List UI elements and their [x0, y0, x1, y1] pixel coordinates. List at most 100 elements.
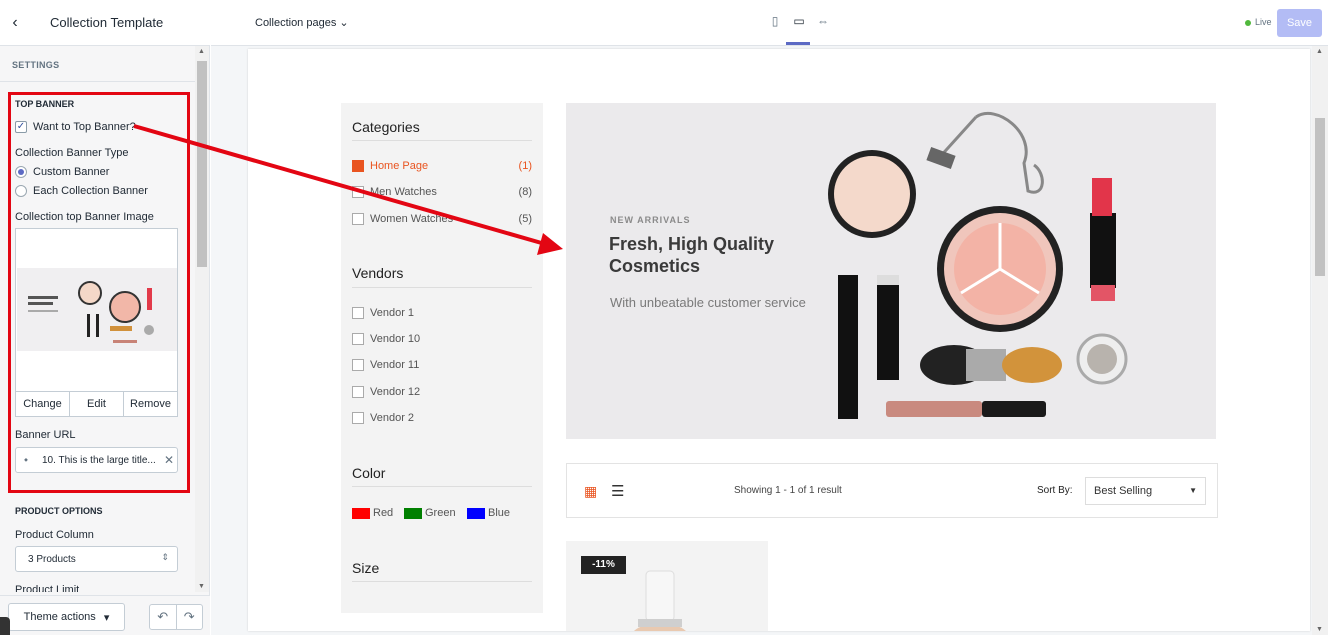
category-label: Home Page — [370, 160, 429, 172]
product-card[interactable]: -11% — [566, 541, 768, 631]
category-checkbox — [352, 213, 364, 225]
banner-url-field[interactable]: ⬩ 10. This is the large title... ✕ — [15, 447, 178, 473]
want-top-banner-label: Want to Top Banner? — [33, 121, 136, 133]
mobile-view-icon[interactable]: ▯ — [767, 14, 783, 32]
banner-image-picker: Change Edit Remove — [15, 228, 178, 417]
banner-type-label: Collection Banner Type — [15, 147, 129, 159]
vendor-label: Vendor 2 — [370, 412, 415, 424]
settings-panel: ‹ Collection Template SETTINGS TOP BANNE… — [0, 0, 210, 635]
vendor-item[interactable]: Vendor 2 — [352, 410, 532, 426]
vendor-item[interactable]: Vendor 1 — [352, 305, 532, 321]
page-type-dropdown[interactable]: Collection pages ⌄ — [255, 16, 349, 29]
banner-title: Fresh, High Quality Cosmetics — [609, 234, 775, 276]
live-status: Live — [1245, 17, 1272, 27]
discount-badge: -11% — [581, 556, 626, 574]
banner-url-value: 10. This is the large title... — [42, 454, 156, 466]
product-limit-label: Product Limit — [15, 584, 80, 592]
grid-view-icon[interactable]: ▦ — [584, 483, 597, 500]
save-button[interactable]: Save — [1277, 9, 1322, 37]
category-label: Men Watches — [370, 186, 437, 198]
radio-each-collection-banner[interactable] — [15, 185, 27, 197]
results-count: Showing 1 - 1 of 1 result — [734, 485, 842, 496]
settings-section-label: SETTINGS — [12, 60, 60, 70]
desktop-view-icon[interactable]: ▭ — [791, 14, 807, 32]
theme-actions-label: Theme actions — [23, 611, 96, 623]
divider — [352, 486, 532, 487]
vendor-label: Vendor 12 — [370, 386, 421, 398]
category-count: (8) — [518, 186, 532, 198]
fullscreen-view-icon[interactable]: ⇔ — [815, 14, 831, 32]
divider — [352, 581, 532, 582]
top-banner-title: TOP BANNER — [15, 99, 75, 109]
product-options-title: PRODUCT OPTIONS — [15, 506, 103, 516]
banner-image-thumbnail[interactable] — [17, 268, 177, 351]
scrollbar-thumb[interactable] — [1315, 118, 1325, 276]
undo-icon[interactable]: ↶ — [150, 605, 177, 629]
caret-down-icon: ▾ — [103, 611, 110, 624]
chevron-left-icon: ‹ — [12, 13, 18, 31]
settings-list: TOP BANNER ✓ Want to Top Banner? Collect… — [0, 82, 195, 592]
vendor-item[interactable]: Vendor 12 — [352, 384, 532, 400]
vendor-checkbox — [352, 359, 364, 371]
redo-icon[interactable]: ↷ — [177, 605, 203, 629]
panel-footer: Theme actions ▾ ↶ ↷ — [0, 595, 210, 635]
preview-scrollbar[interactable]: ▲ ▼ — [1312, 46, 1328, 635]
vendor-checkbox — [352, 386, 364, 398]
vendor-checkbox — [352, 412, 364, 424]
settings-scrollbar[interactable]: ▲ ▼ — [195, 46, 209, 592]
color-swatch-blue[interactable] — [467, 508, 485, 519]
sort-select[interactable]: Best Selling ▼ — [1085, 477, 1206, 505]
storefront-preview: Categories Home Page (1) Men Watches (8)… — [248, 49, 1310, 631]
category-item-men-watches[interactable]: Men Watches (8) — [352, 184, 532, 200]
category-count: (5) — [518, 213, 532, 225]
vendor-item[interactable]: Vendor 10 — [352, 331, 532, 347]
banner-kicker: NEW ARRIVALS — [610, 215, 691, 225]
theme-actions-button[interactable]: Theme actions ▾ — [8, 603, 125, 631]
size-heading: Size — [352, 560, 380, 576]
color-swatch-red[interactable] — [352, 508, 370, 519]
vendor-item[interactable]: Vendor 11 — [352, 357, 532, 373]
category-checkbox — [352, 160, 364, 172]
banner-subtitle: With unbeatable customer service — [610, 295, 806, 310]
color-swatch-green[interactable] — [404, 508, 422, 519]
panel-title: Collection Template — [50, 15, 164, 30]
divider — [352, 287, 532, 288]
category-item-home-page[interactable]: Home Page (1) — [352, 158, 532, 174]
banner-url-label: Banner URL — [15, 429, 76, 441]
category-item-women-watches[interactable]: Women Watches (5) — [352, 211, 532, 227]
collection-top-banner[interactable]: NEW ARRIVALS Fresh, High Quality Cosmeti… — [566, 103, 1216, 439]
scrollbar-thumb[interactable] — [197, 61, 207, 267]
panel-header: ‹ Collection Template — [0, 0, 210, 46]
chat-widget-tab[interactable] — [0, 617, 10, 635]
scroll-down-icon[interactable]: ▼ — [1316, 626, 1323, 633]
divider — [352, 140, 532, 141]
color-label-green: Green — [425, 507, 456, 519]
product-column-select[interactable]: 3 Products ⇕ — [15, 546, 178, 572]
sort-by-label: Sort By: — [1037, 485, 1073, 496]
want-top-banner-checkbox[interactable]: ✓ — [15, 121, 27, 133]
vendor-label: Vendor 11 — [370, 359, 420, 371]
scroll-up-icon[interactable]: ▲ — [1316, 48, 1323, 55]
product-column-value: 3 Products — [28, 554, 76, 565]
radio-custom-banner[interactable] — [15, 166, 27, 178]
remove-image-button[interactable]: Remove — [124, 392, 177, 416]
change-image-button[interactable]: Change — [16, 392, 70, 416]
scroll-up-icon[interactable]: ▲ — [198, 48, 205, 55]
filter-sidebar: Categories Home Page (1) Men Watches (8)… — [341, 103, 543, 613]
device-switcher: ▯ ▭ ⇔ — [767, 14, 831, 32]
scroll-down-icon[interactable]: ▼ — [198, 583, 205, 590]
edit-image-button[interactable]: Edit — [70, 392, 124, 416]
clear-url-icon[interactable]: ✕ — [164, 453, 174, 467]
vendor-label: Vendor 10 — [370, 333, 421, 345]
list-view-icon[interactable]: ☰ — [611, 482, 624, 500]
color-label-blue: Blue — [488, 507, 511, 519]
category-checkbox — [352, 186, 364, 198]
color-label-red: Red — [373, 507, 394, 519]
back-button[interactable]: ‹ — [0, 0, 30, 46]
top-bar: Collection pages ⌄ ▯ ▭ ⇔ Live Save — [211, 0, 1328, 46]
radio-each-collection-banner-label: Each Collection Banner — [33, 185, 148, 197]
vendor-checkbox — [352, 307, 364, 319]
tag-icon: ⬩ — [24, 453, 28, 466]
checkmark-icon: ✓ — [16, 121, 26, 132]
vendor-checkbox — [352, 333, 364, 345]
